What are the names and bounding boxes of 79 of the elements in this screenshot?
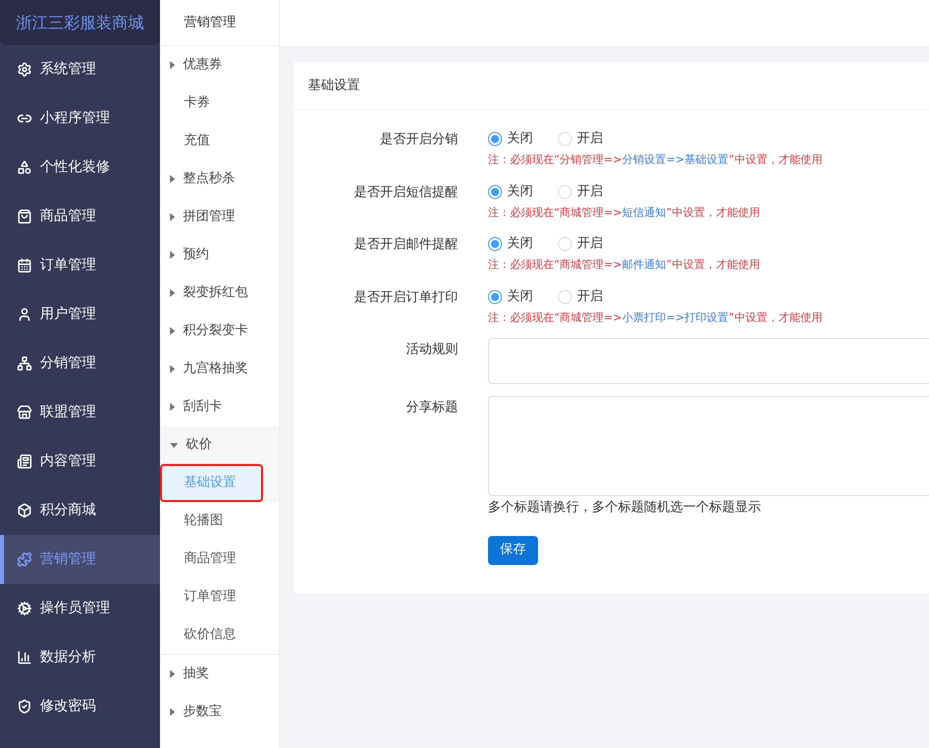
field-label: 是否开启短信提醒 <box>353 184 458 202</box>
submenu-group[interactable]: 刮刮卡 <box>160 388 279 426</box>
sidebar-item[interactable]: 分销管理 <box>0 339 160 388</box>
bag-icon <box>17 209 32 224</box>
submenu-item[interactable]: 砍价信息 <box>160 616 279 654</box>
caret-right-icon <box>170 327 175 335</box>
user-icon <box>17 307 32 322</box>
sidebar-item[interactable]: 商品管理 <box>0 192 160 241</box>
caret-right-icon <box>170 289 175 297</box>
radio-option[interactable]: 开启 <box>558 286 603 306</box>
radio-option[interactable]: 关闭 <box>488 234 533 254</box>
radio-option[interactable]: 开启 <box>558 129 603 149</box>
cog-icon <box>17 601 32 616</box>
caret-right-icon <box>170 365 175 373</box>
field-note: 注：必须现在“商城管理=>小票打印=>打印设置”中设置，才能使用 <box>488 310 824 326</box>
text-area[interactable] <box>488 396 929 496</box>
submenu-item[interactable]: 订单管理 <box>160 578 279 616</box>
brand-title: 浙江三彩服装商城 <box>16 12 144 34</box>
caret-right-icon <box>170 61 175 69</box>
field-note: 注：必须现在“分销管理=>分销设置=>基础设置”中设置，才能使用 <box>488 152 824 168</box>
submenu-item[interactable]: 轮播图 <box>160 502 279 540</box>
caret-right-icon <box>170 708 175 716</box>
shield-check-icon <box>17 699 32 714</box>
sidebar-item[interactable]: 操作员管理 <box>0 584 160 633</box>
submenu-item[interactable]: 充值 <box>160 122 279 160</box>
sidebar-item[interactable]: 数据分析 <box>0 633 160 682</box>
radio-option[interactable]: 开启 <box>558 182 603 202</box>
sidebar-item[interactable]: 系统管理 <box>0 45 160 94</box>
sidebar-item[interactable]: 订单管理 <box>0 241 160 290</box>
submenu-group[interactable]: 砍价 <box>160 426 279 464</box>
sidebar-item[interactable]: 小程序管理 <box>0 94 160 143</box>
submenu-group[interactable]: 拼团管理 <box>160 198 279 236</box>
field-note: 注：必须现在“商城管理=>邮件通知”中设置，才能使用 <box>488 257 761 273</box>
sidebar-item[interactable]: 联盟管理 <box>0 388 160 437</box>
field-label: 活动规则 <box>405 341 458 359</box>
radio-option[interactable]: 开启 <box>558 234 603 254</box>
field-label: 是否开启邮件提醒 <box>353 236 458 254</box>
submenu-group[interactable]: 步数宝 <box>160 693 279 731</box>
radio-option[interactable]: 关闭 <box>488 286 533 306</box>
shapes-icon <box>17 160 32 175</box>
sidebar-item[interactable]: 内容管理 <box>0 437 160 486</box>
calendar-icon <box>17 258 32 273</box>
submenu-group[interactable]: 整点秒杀 <box>160 160 279 198</box>
bar-chart-icon <box>17 650 32 665</box>
field-label: 是否开启分销 <box>379 131 458 149</box>
submenu-group[interactable]: 九宫格抽奖 <box>160 350 279 388</box>
caret-right-icon <box>170 175 175 183</box>
submenu-group[interactable]: 积分裂变卡 <box>160 312 279 350</box>
card-title: 基础设置 <box>294 62 929 110</box>
caret-right-icon <box>170 670 175 678</box>
sidebar-item[interactable]: 用户管理 <box>0 290 160 339</box>
sidebar-item[interactable]: 修改密码 <box>0 682 160 731</box>
puzzle-icon <box>17 552 32 567</box>
submenu-group[interactable]: 预约 <box>160 236 279 274</box>
gear-icon <box>17 62 32 77</box>
sidebar-item[interactable]: 积分商城 <box>0 486 160 535</box>
caret-right-icon <box>170 213 175 221</box>
store-icon <box>17 405 32 420</box>
field-label: 是否开启订单打印 <box>353 288 458 306</box>
network-icon <box>17 356 32 371</box>
news-icon <box>17 454 32 469</box>
field-hint: 多个标题请换行，多个标题随机选一个标题显示 <box>488 499 762 517</box>
caret-right-icon <box>170 251 175 259</box>
submenu-title: 营销管理 <box>160 0 279 46</box>
caret-right-icon <box>170 403 175 411</box>
text-area[interactable] <box>488 338 929 384</box>
radio-option[interactable]: 关闭 <box>488 129 533 149</box>
submenu-group[interactable]: 裂变拆红包 <box>160 274 279 312</box>
caret-down-icon <box>170 442 178 448</box>
submenu-item[interactable]: 卡券 <box>160 84 279 122</box>
field-note: 注：必须现在“商城管理=>短信通知”中设置，才能使用 <box>488 204 761 220</box>
submenu-group[interactable]: 抽奖 <box>160 655 279 693</box>
radio-option[interactable]: 关闭 <box>488 182 533 202</box>
submenu-group[interactable]: 优惠券 <box>160 46 279 84</box>
cube-icon <box>17 503 32 518</box>
sidebar-item[interactable]: 个性化装修 <box>0 143 160 192</box>
field-label: 分享标题 <box>405 399 458 417</box>
submenu-item[interactable]: 商品管理 <box>160 540 279 578</box>
save-button[interactable]: 保存 <box>488 536 538 564</box>
